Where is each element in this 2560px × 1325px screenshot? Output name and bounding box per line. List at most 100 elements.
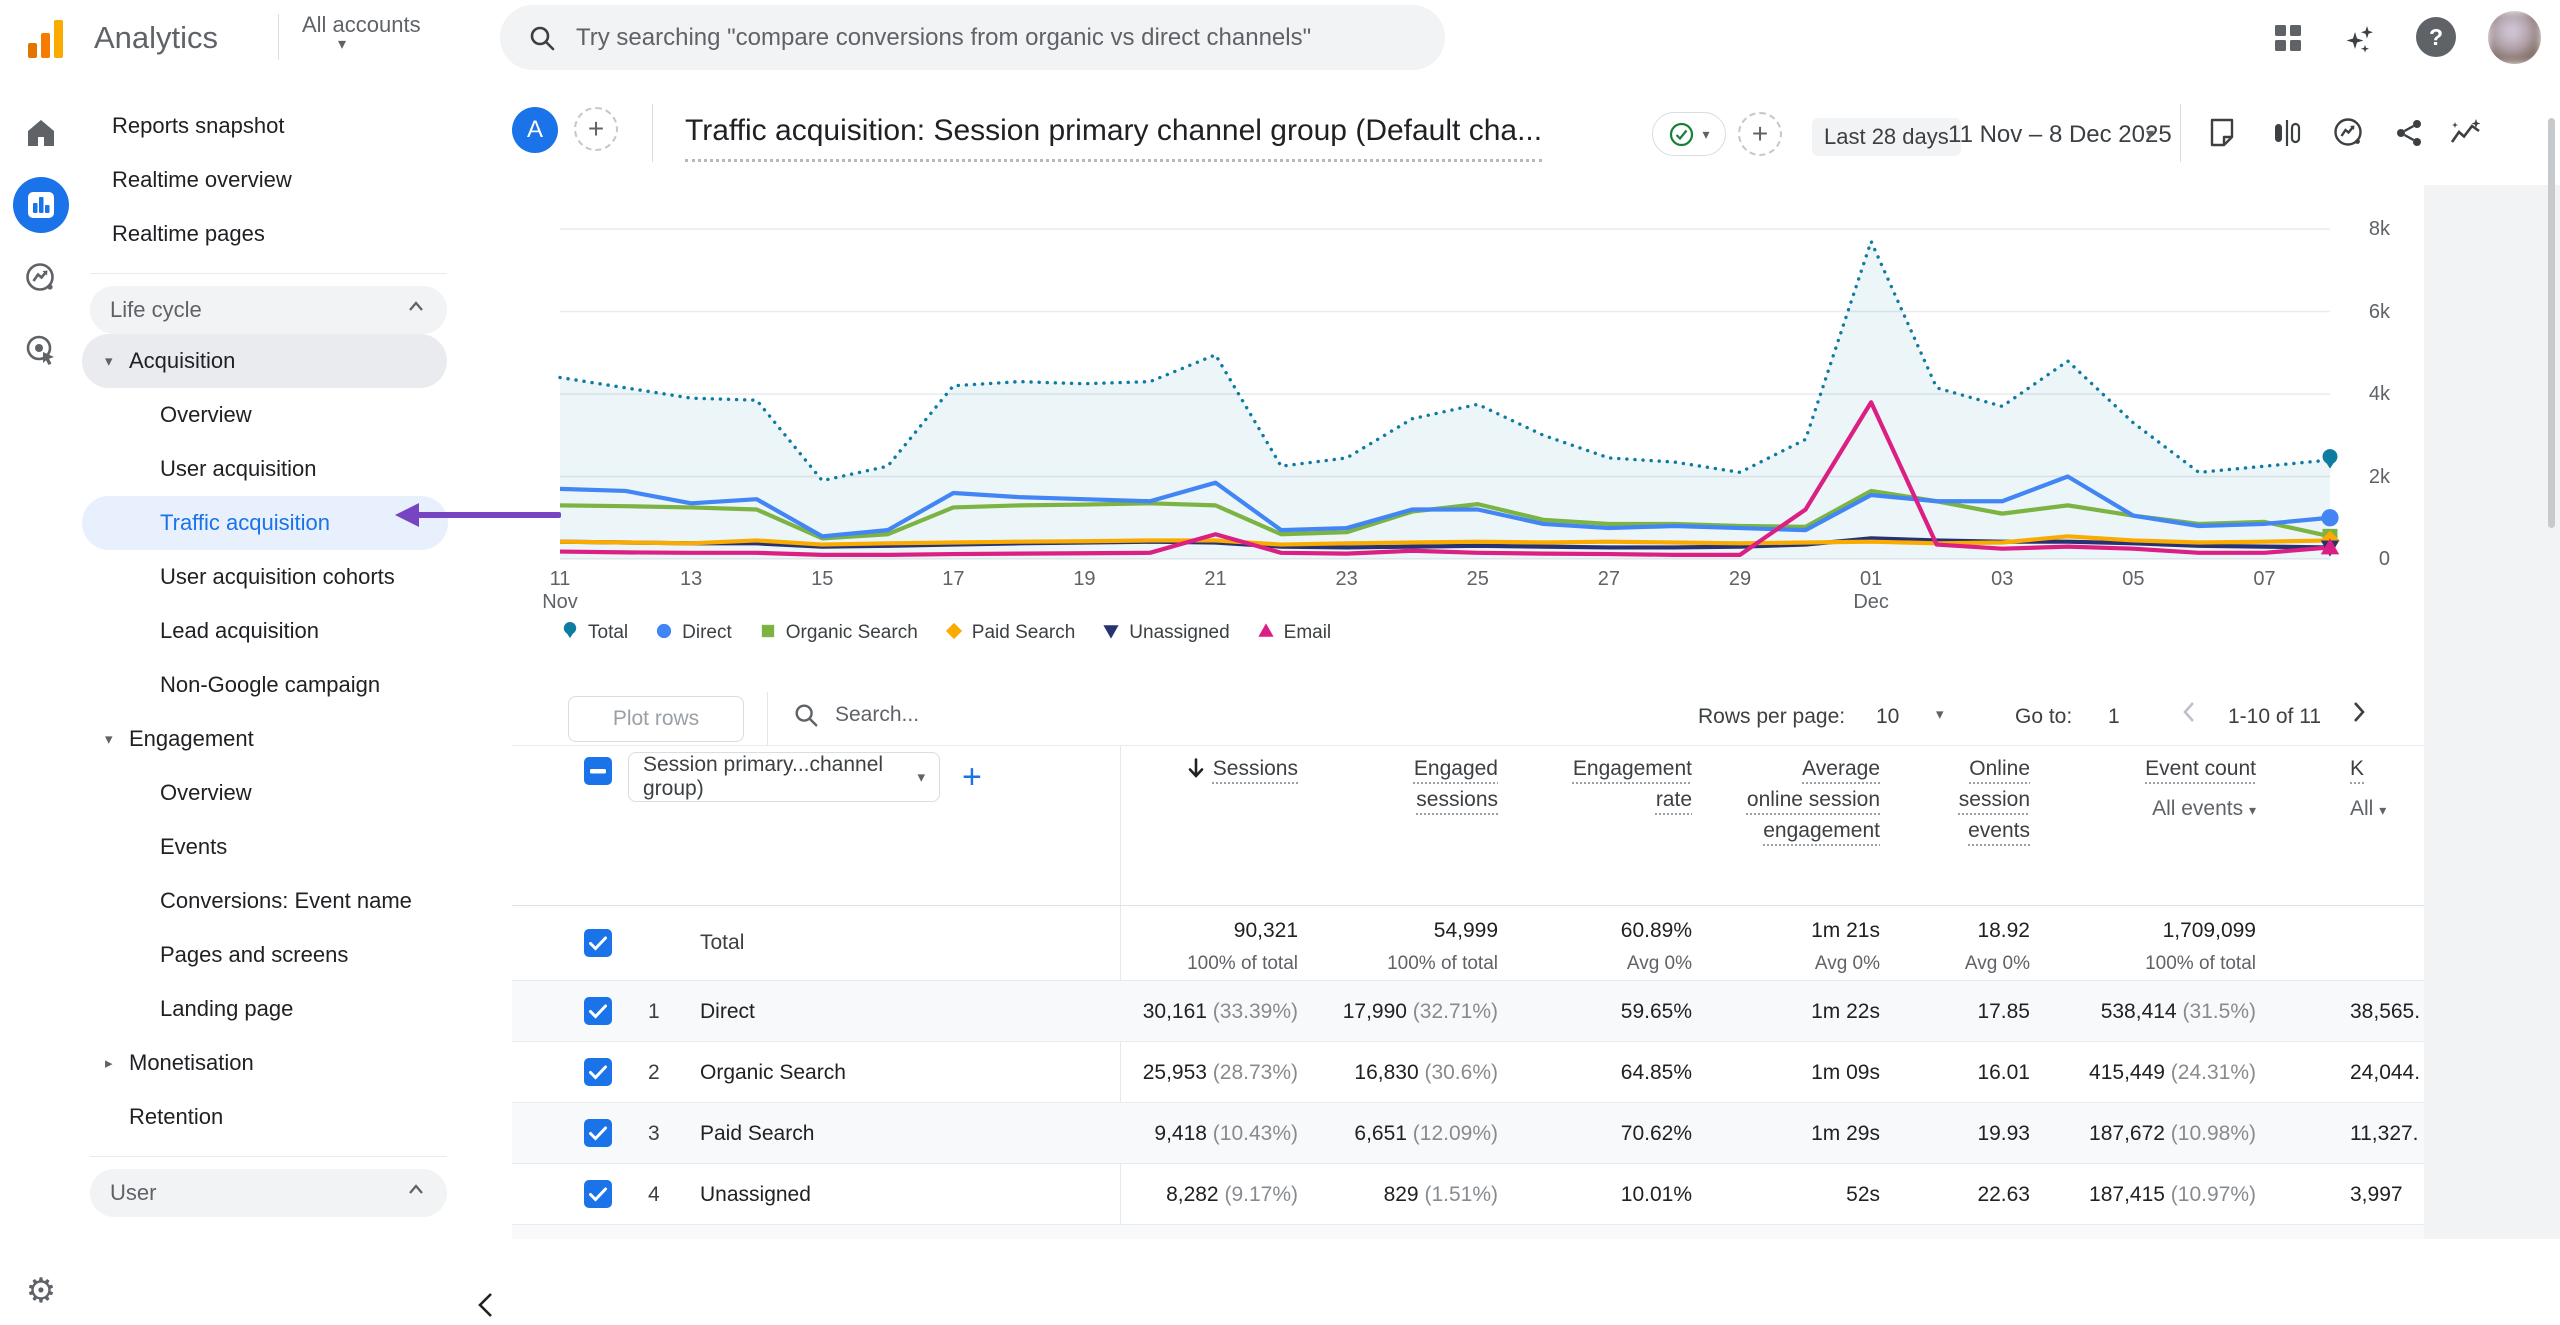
apps-grid-icon[interactable]: [2268, 18, 2308, 58]
divider: [767, 692, 768, 746]
sidebar-item-conversions-event-name[interactable]: Conversions: Event name: [82, 874, 455, 928]
marker-circle: [2321, 509, 2338, 526]
avatar[interactable]: [2488, 11, 2541, 64]
insights-icon[interactable]: [2332, 116, 2368, 152]
nav-group-retention[interactable]: Retention: [82, 1090, 455, 1144]
add-dimension-icon[interactable]: +: [962, 758, 982, 797]
sidebar-item-lead-acquisition[interactable]: Lead acquisition: [82, 604, 455, 658]
go-to-input[interactable]: 1: [2108, 705, 2120, 729]
report-title[interactable]: Traffic acquisition: Session primary cha…: [685, 114, 1542, 162]
x-tick-29: 29: [1705, 568, 1775, 591]
explore-icon[interactable]: [0, 261, 82, 295]
caret-down-icon[interactable]: ▾: [1936, 705, 1944, 723]
share-icon[interactable]: [2392, 116, 2428, 152]
cell-value: 16,830: [1354, 1061, 1418, 1084]
row-checkbox[interactable]: [584, 1058, 612, 1091]
legend-label: Organic Search: [786, 622, 918, 644]
rows-per-page-select[interactable]: 10: [1876, 705, 1899, 729]
sidebar-item-user-acquisition-cohorts[interactable]: User acquisition cohorts: [82, 550, 455, 604]
sidebar-item-label: Overview: [160, 780, 252, 806]
workspace-avatar[interactable]: A: [512, 107, 558, 153]
date-preset-badge[interactable]: Last 28 days: [1812, 118, 1961, 156]
caret-down-icon: ▾: [917, 768, 925, 786]
nav-section-user[interactable]: User: [90, 1169, 447, 1217]
sidebar-item-realtime-pages[interactable]: Realtime pages: [82, 207, 455, 261]
help-icon[interactable]: ?: [2416, 17, 2456, 57]
caret-down-icon: ▾: [105, 730, 129, 748]
nav-group-acquisition[interactable]: ▾Acquisition: [82, 334, 447, 388]
add-workspace-icon[interactable]: +: [574, 107, 618, 151]
row-checkbox[interactable]: [584, 929, 612, 962]
plot-rows-button[interactable]: Plot rows: [568, 696, 744, 742]
nav-section-life-cycle[interactable]: Life cycle: [90, 286, 447, 334]
sidebar-item-label: Overview: [160, 402, 252, 428]
sidebar-item-non-google-campaign[interactable]: Non-Google campaign: [82, 658, 455, 712]
check-circle-icon: [1668, 121, 1695, 148]
collapse-nav-icon[interactable]: [472, 1290, 502, 1325]
gemini-sparkle-icon[interactable]: [2340, 18, 2380, 58]
sparkline-insights-icon[interactable]: [2448, 116, 2484, 152]
sidebar-item-overview[interactable]: Overview: [82, 766, 455, 820]
select-all-checkbox[interactable]: [584, 757, 612, 790]
sidebar-item-reports-snapshot[interactable]: Reports snapshot: [82, 99, 455, 153]
sidebar-item-realtime-overview[interactable]: Realtime overview: [82, 153, 455, 207]
sidebar-item-traffic-acquisition[interactable]: Traffic acquisition: [82, 496, 448, 550]
analytics-logo-icon[interactable]: [26, 16, 68, 58]
pagination-range: 1-10 of 11: [2228, 705, 2321, 729]
cell-value: 18.92: [1770, 919, 2030, 943]
reports-icon[interactable]: [0, 177, 82, 233]
advertising-icon[interactable]: [0, 333, 82, 367]
table-row-organic-search: 2Organic Search25,953 (28.73%)16,830 (30…: [512, 1041, 2424, 1102]
column-header-key-events[interactable]: KAll ▾: [2350, 753, 2424, 826]
table-row-unassigned: 4Unassigned8,282 (9.17%)829 (1.51%)10.01…: [512, 1163, 2424, 1224]
caret-right-icon: ▸: [105, 1054, 129, 1072]
nav-group-monetisation[interactable]: ▸Monetisation: [82, 1036, 455, 1090]
metric-cell: 415,449 (24.31%): [1996, 1061, 2256, 1085]
metric-cell-total: 1,709,099100% of total: [1996, 919, 2256, 975]
column-header-online-session-events[interactable]: Online session events: [1780, 753, 2030, 846]
sidebar-item-pages-and-screens[interactable]: Pages and screens: [82, 928, 455, 982]
sidebar-item-user-acquisition[interactable]: User acquisition: [82, 442, 455, 496]
x-tick-07: 07: [2229, 568, 2299, 591]
nav-group-engagement[interactable]: ▾Engagement: [82, 712, 455, 766]
next-page-icon[interactable]: [2344, 698, 2372, 732]
x-tick-05: 05: [2098, 568, 2168, 591]
add-report-icon[interactable]: +: [1738, 112, 1782, 156]
x-tick-19: 19: [1049, 568, 1119, 591]
row-checkbox[interactable]: [584, 997, 612, 1030]
legend-item-email: Email: [1256, 620, 1332, 646]
sessions-line-chart: [560, 184, 2330, 561]
cell-value: 829: [1384, 1183, 1419, 1206]
report-approved-badge[interactable]: ▾: [1652, 112, 1726, 156]
legend-label: Email: [1284, 622, 1332, 644]
table-search-input[interactable]: [833, 702, 1257, 728]
column-header-event-count[interactable]: Event countAll events ▾: [2006, 753, 2256, 826]
legend-label: Direct: [682, 622, 732, 644]
caret-down-icon[interactable]: ▾: [2146, 124, 2154, 144]
caret-down-icon[interactable]: ▾: [338, 34, 346, 54]
sidebar-item-landing-page[interactable]: Landing page: [82, 982, 455, 1036]
cell-subvalue: 100% of total: [1996, 953, 2256, 975]
prev-page-icon[interactable]: [2176, 698, 2204, 732]
cell-value: 25,953: [1143, 1061, 1207, 1084]
date-range[interactable]: 11 Nov – 8 Dec 2025: [1948, 121, 2172, 149]
scrollbar[interactable]: [2548, 118, 2555, 528]
global-search[interactable]: [500, 5, 1445, 70]
cell-percent: (10.98%): [2165, 1122, 2256, 1145]
notes-icon[interactable]: [2205, 116, 2241, 152]
metric-cell-key-events: 3,997: [2350, 1183, 2424, 1207]
comparison-icon[interactable]: [2270, 116, 2306, 152]
account-switcher[interactable]: All accounts: [302, 12, 421, 38]
admin-gear-icon[interactable]: ⚙: [0, 1271, 82, 1311]
legend-marker-triangle-up: [1256, 620, 1276, 646]
row-checkbox[interactable]: [584, 1119, 612, 1152]
home-icon[interactable]: [0, 117, 82, 149]
legend-item-paid-search: Paid Search: [944, 620, 1076, 646]
sidebar-item-events[interactable]: Events: [82, 820, 455, 874]
dimension-selector[interactable]: Session primary...channel group) ▾: [628, 752, 940, 802]
search-input[interactable]: [574, 23, 1418, 53]
sidebar-item-overview[interactable]: Overview: [82, 388, 455, 442]
x-tick-11: 11Nov: [525, 568, 595, 614]
row-checkbox[interactable]: [584, 1180, 612, 1213]
legend-label: Unassigned: [1129, 622, 1229, 644]
